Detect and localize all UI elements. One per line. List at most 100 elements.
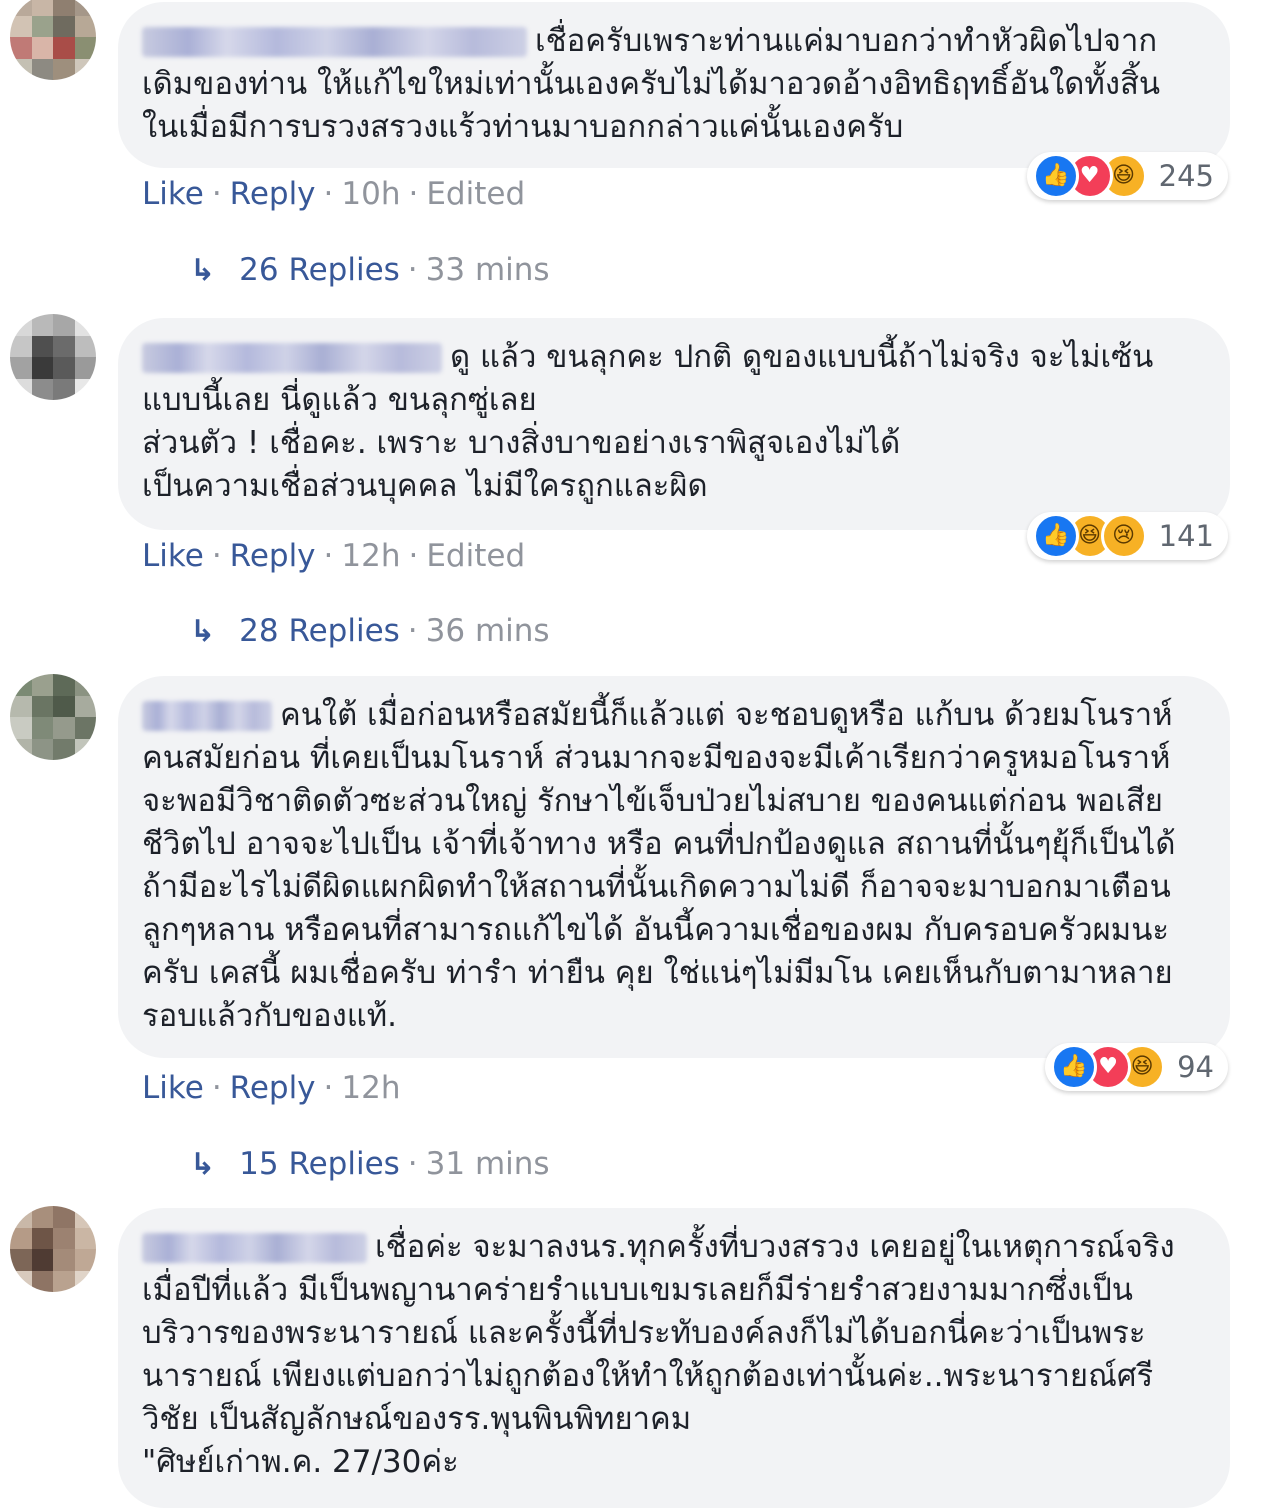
replies-count[interactable]: 28 Replies	[239, 613, 400, 649]
avatar[interactable]	[10, 674, 96, 760]
view-replies[interactable]: ↳ 28 Replies · 36 mins	[190, 613, 550, 649]
reaction-count: 94	[1177, 1050, 1214, 1084]
avatar-pixel	[10, 674, 32, 696]
replies-time: 33 mins	[425, 252, 550, 288]
avatar-pixel	[10, 738, 32, 760]
replies-count[interactable]: 15 Replies	[239, 1146, 400, 1182]
avatar-pixel	[53, 717, 75, 739]
replies-time: 31 mins	[425, 1146, 550, 1182]
separator: ·	[408, 176, 419, 212]
avatar-pixel	[31, 695, 53, 717]
sad-icon: 😢	[1100, 513, 1147, 559]
avatar[interactable]	[10, 314, 96, 400]
avatar-pixel	[31, 1206, 53, 1228]
avatar-pixel	[31, 378, 53, 400]
comment-text: เชื่อครับเพราะท่านแค่มาบอกว่าทำหัวผิดไปจ…	[142, 20, 1194, 149]
avatar-pixel	[53, 314, 75, 336]
avatar-pixel	[10, 1249, 32, 1271]
commenter-name[interactable]	[142, 343, 442, 373]
edited-label[interactable]: Edited	[426, 176, 525, 212]
comment-actions: Like · Reply · 12h · Edited	[142, 538, 525, 574]
comment-bubble: คนใต้ เมื่อก่อนหรือสมัยนี้ก็แล้วแต่ จะชอ…	[118, 676, 1230, 1058]
avatar-pixel	[31, 674, 53, 696]
avatar-pixel	[31, 15, 53, 37]
avatar-pixel	[74, 357, 96, 379]
reply-link[interactable]: Reply	[230, 1070, 316, 1106]
separator: ·	[408, 538, 419, 574]
like-icon: 👍	[1051, 1044, 1098, 1090]
avatar-pixel	[74, 674, 96, 696]
avatar-pixel	[31, 717, 53, 739]
avatar-pixel	[10, 1270, 32, 1292]
avatar-pixel	[74, 1270, 96, 1292]
reply-link[interactable]: Reply	[230, 538, 316, 574]
like-link[interactable]: Like	[142, 538, 204, 574]
avatar-pixel	[31, 335, 53, 357]
avatar-pixel	[53, 37, 75, 59]
avatar-pixel	[31, 1270, 53, 1292]
reply-arrow-icon: ↳	[190, 253, 216, 288]
view-replies[interactable]: ↳ 15 Replies · 31 mins	[190, 1146, 550, 1182]
view-replies[interactable]: ↳ 26 Replies · 33 mins	[190, 252, 550, 288]
edited-label[interactable]: Edited	[426, 538, 525, 574]
avatar-pixel	[74, 1227, 96, 1249]
avatar-pixel	[53, 335, 75, 357]
separator: ·	[211, 1070, 222, 1106]
timestamp[interactable]: 12h	[341, 1070, 400, 1106]
separator: ·	[323, 176, 334, 212]
timestamp[interactable]: 12h	[341, 538, 400, 574]
avatar[interactable]	[10, 1206, 96, 1292]
separator: ·	[407, 613, 418, 649]
comment-actions: Like · Reply · 10h · Edited	[142, 176, 525, 212]
comment-bubble: เชื่อครับเพราะท่านแค่มาบอกว่าทำหัวผิดไปจ…	[118, 2, 1230, 168]
avatar[interactable]	[10, 0, 96, 80]
separator: ·	[211, 538, 222, 574]
reactions-summary[interactable]: 👍 ♥ 😆 245	[1026, 152, 1228, 200]
commenter-name[interactable]	[142, 27, 527, 57]
like-link[interactable]: Like	[142, 176, 204, 212]
avatar-pixel	[53, 0, 75, 16]
comment-text: เชื่อค่ะ จะมาลงนร.ทุกครั้งที่บวงสรวง เคย…	[142, 1226, 1194, 1484]
avatar-pixel	[53, 1227, 75, 1249]
avatar-pixel	[31, 357, 53, 379]
avatar-pixel	[10, 717, 32, 739]
avatar-pixel	[10, 37, 32, 59]
separator: ·	[407, 252, 418, 288]
avatar-pixel	[74, 15, 96, 37]
like-link[interactable]: Like	[142, 1070, 204, 1106]
avatar-pixel	[31, 58, 53, 80]
avatar-pixel	[53, 1270, 75, 1292]
comment-body: คนใต้ เมื่อก่อนหรือสมัยนี้ก็แล้วแต่ จะชอ…	[142, 697, 1186, 1034]
avatar-pixel	[74, 1206, 96, 1228]
commenter-name[interactable]	[142, 1233, 367, 1263]
reaction-count: 245	[1158, 159, 1214, 193]
reply-arrow-icon: ↳	[190, 614, 216, 649]
reactions-summary[interactable]: 👍 ♥ 😆 94	[1045, 1043, 1228, 1091]
avatar-pixel	[74, 335, 96, 357]
avatar-pixel	[53, 1206, 75, 1228]
replies-time: 36 mins	[425, 613, 550, 649]
avatar-pixel	[53, 378, 75, 400]
comment-text: ดู แล้ว ขนลุกคะ ปกติ ดูของแบบนี้ถ้าไม่จร…	[142, 336, 1194, 508]
reactions-summary[interactable]: 👍 😆 😢 141	[1026, 512, 1228, 560]
reply-link[interactable]: Reply	[230, 176, 316, 212]
reply-arrow-icon: ↳	[190, 1147, 216, 1182]
timestamp[interactable]: 10h	[341, 176, 400, 212]
separator: ·	[323, 1070, 334, 1106]
comment-actions: Like · Reply · 12h	[142, 1070, 400, 1106]
avatar-pixel	[53, 357, 75, 379]
comment-bubble: เชื่อค่ะ จะมาลงนร.ทุกครั้งที่บวงสรวง เคย…	[118, 1208, 1230, 1508]
reaction-count: 141	[1158, 519, 1214, 553]
avatar-pixel	[31, 1249, 53, 1271]
avatar-pixel	[74, 314, 96, 336]
avatar-pixel	[31, 1227, 53, 1249]
comment-text: คนใต้ เมื่อก่อนหรือสมัยนี้ก็แล้วแต่ จะชอ…	[142, 694, 1194, 1038]
avatar-pixel	[53, 674, 75, 696]
avatar-pixel	[31, 738, 53, 760]
avatar-pixel	[74, 695, 96, 717]
replies-count[interactable]: 26 Replies	[239, 252, 400, 288]
separator: ·	[323, 538, 334, 574]
commenter-name[interactable]	[142, 701, 272, 731]
like-icon: 👍	[1032, 513, 1079, 559]
separator: ·	[211, 176, 222, 212]
